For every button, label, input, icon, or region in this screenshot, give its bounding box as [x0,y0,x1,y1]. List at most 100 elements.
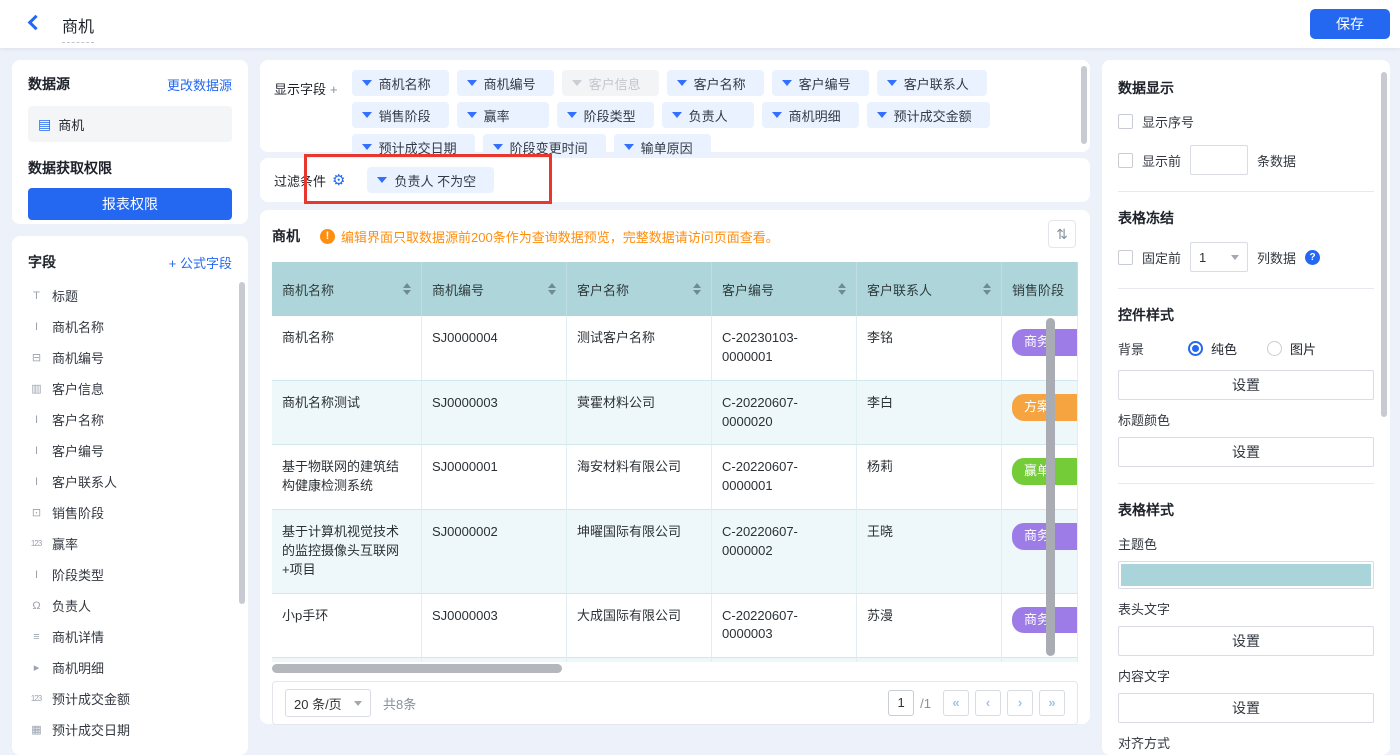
field-list-item[interactable]: ▥客户信息 [28,373,232,404]
fields-scrollbar[interactable] [239,282,245,604]
display-field-tag[interactable]: 销售阶段 [352,102,449,128]
field-list-item[interactable]: ▦预计成交日期 [28,714,232,745]
table-row[interactable]: 商机名称测试SJ0000003蓂霍材料公司C-20220607-0000020李… [272,381,1078,446]
sort-arrows-icon[interactable] [403,283,411,295]
change-datasource-link[interactable]: 更改数据源 [167,75,232,94]
table-cell: SJ0000001 [422,445,567,510]
last-page-button[interactable]: » [1039,690,1065,716]
field-list-item[interactable]: I客户联系人 [28,466,232,497]
table-row[interactable]: 基于计算机视觉技术的监控摄像头互联网+项目SJ0000002坤曜国际有限公司C-… [272,510,1078,594]
chevron-down-icon [877,112,887,118]
save-button[interactable]: 保存 [1310,9,1390,39]
field-list-item[interactable]: Ω负责人 [28,590,232,621]
field-list-item[interactable]: ⊡销售阶段 [28,497,232,528]
help-icon[interactable]: ? [1305,250,1320,265]
display-field-tag[interactable]: 输单原因 [614,134,711,160]
add-formula-field-link[interactable]: + 公式字段 [169,253,232,272]
column-header[interactable]: 客户联系人 [857,262,1002,316]
settings-scrollbar[interactable] [1381,72,1387,417]
content-text-set-button[interactable]: 设置 [1118,693,1374,723]
solid-color-radio[interactable] [1188,341,1203,356]
column-header[interactable]: 客户编号 [712,262,857,316]
display-field-tag[interactable]: 商机明细 [762,102,859,128]
chevron-down-icon [677,80,687,86]
prev-page-button[interactable]: ‹ [975,690,1001,716]
display-fields-scrollbar[interactable] [1081,66,1087,144]
title-color-set-button[interactable]: 设置 [1118,437,1374,467]
display-field-tag[interactable]: 预计成交日期 [352,134,475,160]
field-item-label: 商机明细 [52,658,104,677]
column-header[interactable]: 商机名称 [272,262,422,316]
field-list-item[interactable]: ≡商机详情 [28,621,232,652]
fix-columns-select[interactable]: 1 [1190,242,1248,272]
tag-label: 客户编号 [799,74,851,93]
current-page-box[interactable]: 1 [888,690,914,716]
field-list-item[interactable]: I客户编号 [28,435,232,466]
filter-condition-tag[interactable]: 负责人 不为空 [367,167,494,193]
header-text-set-button[interactable]: 设置 [1118,626,1374,656]
show-index-checkbox[interactable] [1118,114,1133,129]
table-horizontal-scrollbar[interactable] [272,664,1078,673]
field-list-item[interactable]: I商机名称 [28,311,232,342]
display-field-tag[interactable]: 客户编号 [772,70,869,96]
field-list-item[interactable]: ⊟商机编号 [28,342,232,373]
table-cell: 测试客户名称 [567,316,712,381]
image-radio[interactable] [1267,341,1282,356]
table-row[interactable]: 小p手环SJ0000003大成国际有限公司C-20220607-0000003苏… [272,594,1078,659]
display-field-tag[interactable]: 预计成交金额 [867,102,990,128]
column-header[interactable]: 销售阶段 [1002,262,1078,316]
field-list-item[interactable]: 123预计成交金额 [28,683,232,714]
datasource-name: 商机 [58,115,84,134]
add-display-field-icon[interactable]: + [330,82,338,97]
sort-arrows-icon[interactable] [838,283,846,295]
show-first-checkbox[interactable] [1118,153,1133,168]
datasource-item[interactable]: ▤ 商机 [28,106,232,142]
datasource-panel: 数据源 更改数据源 ▤ 商机 数据获取权限 报表权限 [12,60,248,224]
display-field-tag[interactable]: 商机编号 [457,70,554,96]
gear-icon[interactable]: ⚙ [332,171,345,189]
sort-arrows-icon[interactable] [548,283,556,295]
display-field-tag[interactable]: 赢率 [457,102,549,128]
display-field-tag[interactable]: 客户联系人 [877,70,987,96]
sort-arrows-icon[interactable] [693,283,701,295]
rows-suffix-label: 条数据 [1257,151,1296,170]
column-header[interactable]: 客户名称 [567,262,712,316]
sort-order-button[interactable]: ⇅ [1048,220,1076,248]
table-cell: 基于物联网的建筑结构健康检测系统 [272,445,422,510]
field-list-item[interactable]: I客户名称 [28,404,232,435]
table-row[interactable]: 基于物联网的建筑结构健康检测系统SJ0000001海安材料有限公司C-20220… [272,445,1078,510]
column-header[interactable]: 商机编号 [422,262,567,316]
display-field-tag[interactable]: 负责人 [662,102,754,128]
display-field-tag[interactable]: 阶段变更时间 [483,134,606,160]
table-cell: 大成国际有限公司 [567,594,712,659]
chevron-down-icon [1231,255,1239,260]
display-field-tag[interactable]: 商机名称 [352,70,449,96]
table-cell: SJ0000004 [422,658,567,662]
report-permission-button[interactable]: 报表权限 [28,188,232,220]
stage-badge: 商务 [1012,523,1078,550]
field-list-item[interactable]: 123赢率 [28,528,232,559]
next-page-button[interactable]: › [1007,690,1033,716]
fix-columns-checkbox[interactable] [1118,250,1133,265]
field-list-item[interactable]: I阶段类型 [28,559,232,590]
table-row[interactable]: 掘金三板SJ0000004天宇国际有限公司C-20220607-0000004李… [272,658,1078,662]
table-cell-stage: 商务 [1002,594,1078,659]
sort-arrows-icon[interactable] [983,283,991,295]
field-item-label: 赢率 [52,534,78,553]
table-vertical-scrollbar[interactable] [1046,318,1055,656]
field-list-item[interactable]: ▸商机明细 [28,652,232,683]
back-icon[interactable] [28,15,44,31]
theme-color-swatch[interactable] [1118,561,1374,589]
table-header-row: 商机名称商机编号客户名称客户编号客户联系人销售阶段 [272,262,1078,316]
first-page-button[interactable]: « [943,690,969,716]
table-row[interactable]: 商机名称SJ0000004测试客户名称C-20230103-0000001李铭商… [272,316,1078,381]
page-size-select[interactable]: 20 条/页 [285,689,371,717]
display-field-tag[interactable]: 客户名称 [667,70,764,96]
table-cell: 天宇国际有限公司 [567,658,712,662]
row-limit-input[interactable] [1190,145,1248,175]
table-panel: 商机 ! 编辑界面只取数据源前200条作为查询数据预览，完整数据请访问页面查看。… [260,210,1090,724]
display-field-tag[interactable]: 阶段类型 [557,102,654,128]
field-list-item[interactable]: T标题 [28,280,232,311]
background-set-button[interactable]: 设置 [1118,370,1374,400]
text-field-icon: I [28,445,44,457]
